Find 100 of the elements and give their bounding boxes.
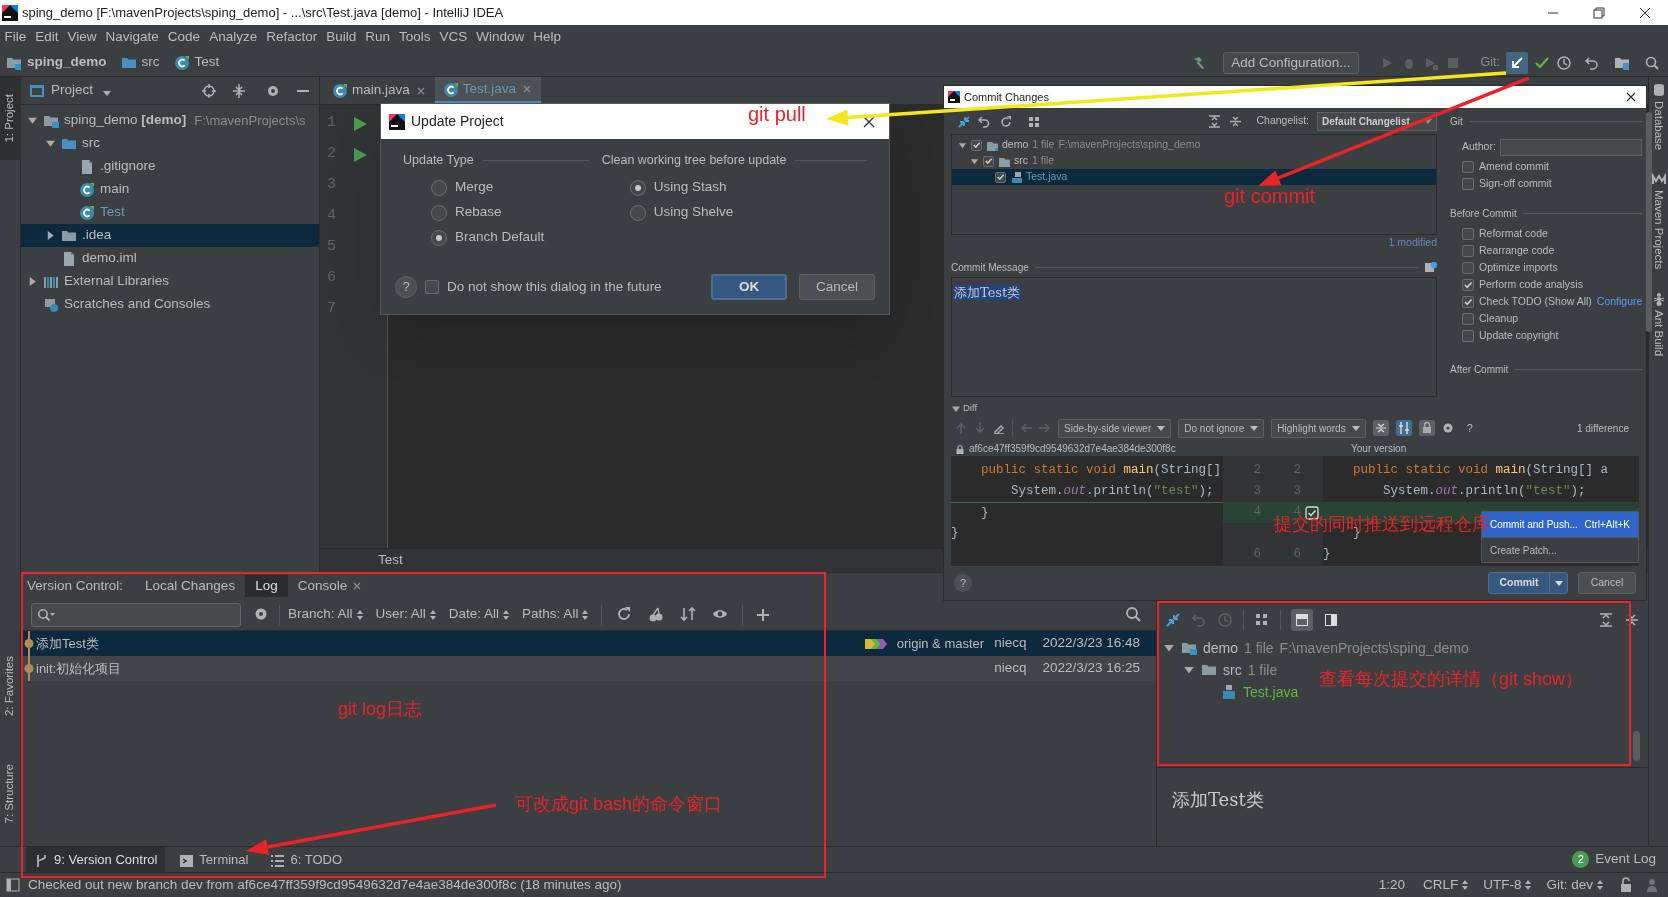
menu-item[interactable]: Refactor — [261, 26, 322, 48]
checkbox[interactable] — [983, 155, 994, 167]
checkbox[interactable] — [1462, 177, 1474, 190]
branch-selector[interactable]: Git: dev — [1546, 874, 1604, 896]
line-separator-selector[interactable]: CRLF — [1422, 874, 1470, 896]
lock-icon[interactable] — [1418, 420, 1435, 436]
author-field[interactable] — [1499, 138, 1643, 156]
tree-row[interactable]: Test.java — [952, 169, 1436, 185]
breadcrumb[interactable]: Test — [194, 52, 220, 73]
sync-scroll-icon[interactable] — [1395, 420, 1412, 436]
refresh-icon[interactable] — [999, 114, 1012, 128]
help-button[interactable]: ? — [1466, 419, 1473, 437]
dropdown[interactable]: Do not ignore — [1178, 418, 1265, 438]
radio-button[interactable] — [629, 179, 646, 196]
checkbox-label[interactable]: Rearrange code — [1479, 242, 1555, 259]
undo-icon[interactable] — [978, 114, 991, 128]
tool-window-tab[interactable]: Database — [1649, 101, 1668, 151]
checkbox-label[interactable]: Sign-off commit — [1479, 175, 1552, 192]
checkbox[interactable] — [425, 280, 439, 294]
cancel-button[interactable]: Cancel — [799, 274, 875, 300]
checkbox[interactable] — [995, 171, 1006, 183]
filter-dropdown[interactable]: Date: All — [448, 604, 511, 625]
lock-icon[interactable] — [1618, 877, 1634, 893]
menu-item[interactable]: VCS — [435, 26, 472, 48]
tree-row[interactable]: src — [21, 132, 319, 155]
radio-button[interactable] — [431, 204, 447, 221]
checkbox[interactable] — [1462, 244, 1474, 257]
commit-message-field[interactable]: 添加Test类 — [951, 277, 1437, 397]
radio-label[interactable]: Merge — [455, 177, 494, 198]
diff-icon[interactable] — [957, 114, 970, 128]
checkbox-label[interactable]: Do not show this dialog in the future — [447, 276, 662, 298]
changelist-dropdown[interactable]: Default Changelist — [1317, 111, 1437, 131]
caret-down-icon[interactable] — [958, 140, 967, 150]
menu-item[interactable]: Tools — [394, 26, 435, 48]
collapse-all-icon[interactable] — [1229, 114, 1243, 128]
add-icon[interactable] — [755, 606, 772, 623]
diff-icon[interactable] — [1165, 612, 1181, 628]
tree-row[interactable]: src 1 file — [952, 153, 1436, 169]
radio-label[interactable]: Rebase — [455, 202, 502, 223]
close-icon[interactable] — [1624, 90, 1638, 104]
filter-dropdown[interactable]: Branch: All — [288, 604, 364, 625]
radio-label[interactable]: Using Stash — [653, 177, 727, 198]
menu-item[interactable]: Help — [528, 26, 566, 48]
layout-horizontal-icon[interactable] — [1291, 609, 1313, 631]
dropdown[interactable]: Side-by-side viewer — [1058, 418, 1172, 438]
tool-window-button[interactable]: 6: TODO — [262, 846, 350, 873]
checkbox[interactable] — [971, 139, 982, 151]
restore-icon[interactable] — [1591, 4, 1607, 21]
settings-icon[interactable] — [1441, 422, 1454, 434]
checkbox[interactable] — [1462, 261, 1474, 274]
checkbox-label[interactable]: Optimize imports — [1479, 259, 1558, 276]
collapse-all-icon[interactable] — [1624, 612, 1640, 628]
breadcrumb[interactable]: src — [141, 52, 160, 73]
menu-item[interactable]: Code — [163, 26, 205, 48]
search-field[interactable] — [31, 602, 241, 627]
menu-item[interactable]: View — [63, 26, 102, 48]
editor-breadcrumb[interactable]: Test — [378, 550, 403, 571]
caret-down-icon[interactable] — [27, 115, 38, 126]
cancel-button[interactable]: Cancel — [1578, 572, 1636, 594]
tree-row[interactable]: Scratches and Consoles — [21, 293, 319, 316]
editor-tab[interactable]: main.java — [324, 77, 435, 104]
checkbox[interactable] — [1462, 295, 1474, 308]
collapse-all-icon[interactable] — [231, 82, 247, 99]
commit-message-history-icon[interactable] — [1424, 260, 1437, 274]
encoding-selector[interactable]: UTF-8 — [1483, 874, 1533, 896]
history-icon[interactable] — [1556, 54, 1572, 71]
filter-dropdown[interactable]: User: All — [375, 604, 437, 625]
tree-row[interactable]: demo 1 file F:\mavenProjects\sping_demo — [952, 137, 1436, 153]
checkbox-label[interactable]: Perform code analysis — [1479, 276, 1583, 293]
lock-icon[interactable] — [955, 443, 965, 454]
locate-icon[interactable] — [201, 82, 217, 99]
caret-down-icon[interactable] — [45, 138, 56, 149]
menu-item[interactable]: Window — [471, 26, 529, 48]
expand-all-icon[interactable] — [1598, 612, 1614, 628]
checkbox[interactable] — [1462, 278, 1474, 291]
ok-button[interactable]: OK — [711, 274, 787, 300]
tree-row[interactable]: demo.iml — [21, 247, 319, 270]
tree-row[interactable]: sping_demo [demo] F:\mavenProjects\s — [21, 109, 319, 132]
tab[interactable]: Local Changes — [135, 575, 246, 597]
ant-icon[interactable] — [1651, 291, 1666, 306]
help-button[interactable]: ? — [395, 276, 417, 298]
link[interactable]: Configure — [1596, 293, 1643, 310]
tab[interactable]: Log — [245, 575, 288, 597]
group-by-icon[interactable] — [1028, 114, 1041, 128]
tree-row[interactable]: demo 1 file F:\mavenProjects\sping_demo — [1157, 637, 1473, 659]
checkbox-label[interactable]: Update copyright — [1479, 327, 1559, 344]
menu-item[interactable]: Navigate — [101, 26, 164, 48]
undo-icon[interactable] — [1584, 54, 1600, 71]
git-update-icon[interactable] — [1506, 51, 1528, 74]
radio-button[interactable] — [629, 204, 646, 221]
checkbox[interactable] — [1462, 160, 1474, 173]
dropdown[interactable]: Highlight words — [1271, 418, 1366, 438]
radio-label[interactable]: Branch Default — [455, 227, 545, 248]
tool-window-tab[interactable]: Maven Projects — [1649, 190, 1668, 270]
log-row[interactable]: 添加Test类 origin & master niecq 2022/3/23 16:48 — [21, 631, 1156, 656]
tree-row[interactable]: src 1 file — [1157, 659, 1282, 681]
caret-down-icon[interactable] — [970, 156, 979, 166]
tree-row[interactable]: Test.java — [1157, 681, 1303, 703]
checkbox[interactable] — [1462, 227, 1474, 240]
run-gutter-icon[interactable] — [352, 115, 368, 132]
